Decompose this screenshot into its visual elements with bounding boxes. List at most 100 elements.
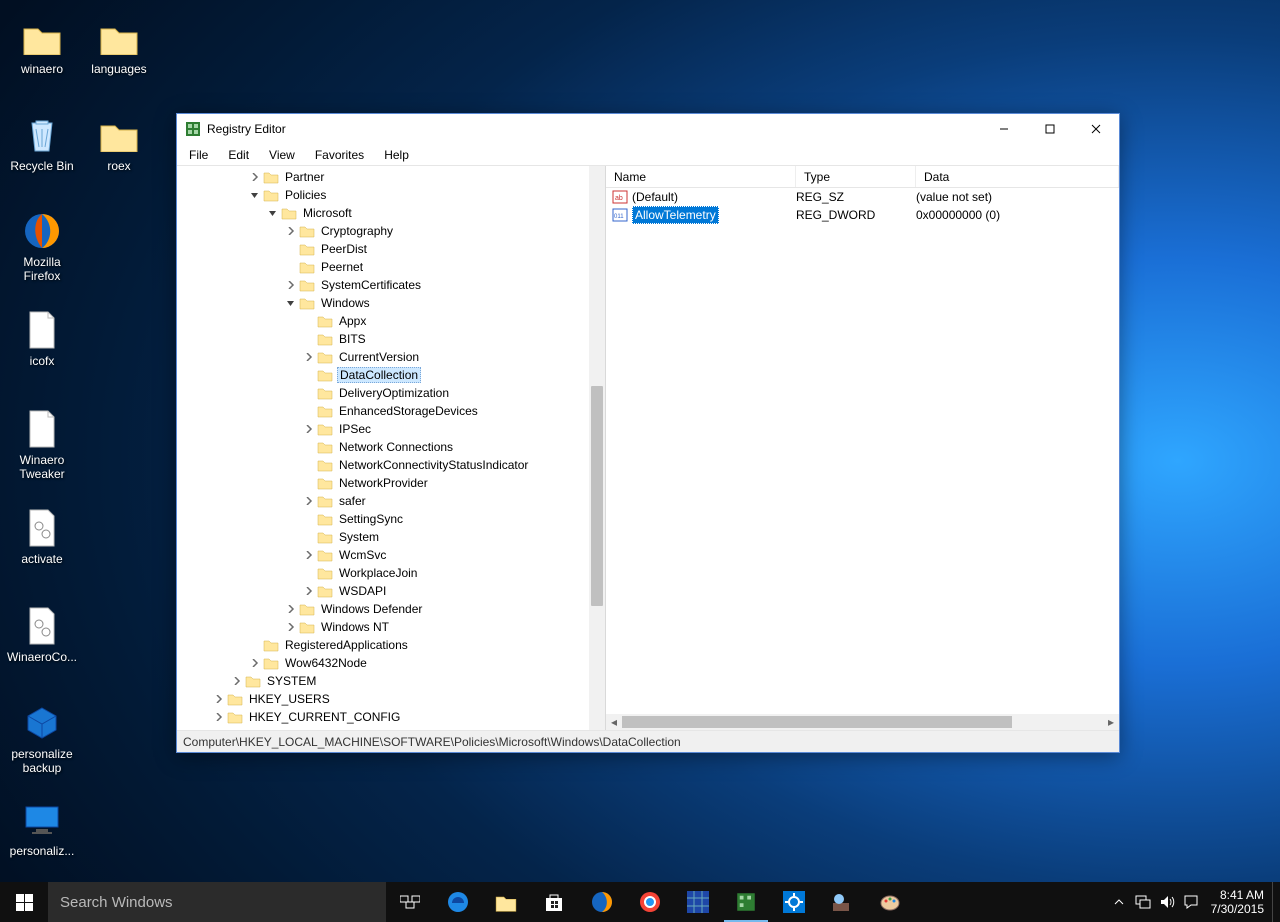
- tray-volume-icon[interactable]: [1155, 882, 1179, 922]
- search-box[interactable]: Search Windows: [48, 882, 386, 922]
- task-view-button[interactable]: [386, 882, 434, 922]
- taskbar-clock[interactable]: 8:41 AM 7/30/2015: [1203, 888, 1272, 916]
- tray-chevron-icon[interactable]: [1107, 882, 1131, 922]
- expand-arrow-icon[interactable]: [249, 171, 261, 183]
- show-desktop-button[interactable]: [1272, 882, 1278, 922]
- expand-arrow-icon[interactable]: [285, 261, 297, 273]
- expand-arrow-icon[interactable]: [303, 549, 315, 561]
- maximize-button[interactable]: [1027, 114, 1073, 144]
- tb-settings[interactable]: [770, 882, 818, 922]
- tree-node-microsoft[interactable]: Microsoft: [177, 204, 589, 222]
- tree-node-network-connections[interactable]: Network Connections: [177, 438, 589, 456]
- expand-arrow-icon[interactable]: [303, 477, 315, 489]
- menu-favorites[interactable]: Favorites: [305, 146, 374, 164]
- tree-node-appx[interactable]: Appx: [177, 312, 589, 330]
- col-type[interactable]: Type: [796, 166, 916, 187]
- start-button[interactable]: [0, 882, 48, 922]
- expand-arrow-icon[interactable]: [213, 693, 225, 705]
- tree-node-currentversion[interactable]: CurrentVersion: [177, 348, 589, 366]
- expand-arrow-icon[interactable]: [303, 513, 315, 525]
- tb-file-explorer[interactable]: [482, 882, 530, 922]
- titlebar[interactable]: Registry Editor: [177, 114, 1119, 144]
- expand-arrow-icon[interactable]: [303, 459, 315, 471]
- tree-node-deliveryoptimization[interactable]: DeliveryOptimization: [177, 384, 589, 402]
- expand-arrow-icon[interactable]: [285, 603, 297, 615]
- tree-node-windows[interactable]: Windows: [177, 294, 589, 312]
- tree-node-wsdapi[interactable]: WSDAPI: [177, 582, 589, 600]
- desktop-icon-recycle-bin[interactable]: Recycle Bin: [4, 115, 80, 173]
- col-name[interactable]: Name: [606, 166, 796, 187]
- desktop-icon-winaeroco-[interactable]: WinaeroCo...: [4, 606, 80, 664]
- value-row[interactable]: 011AllowTelemetryREG_DWORD0x00000000 (0): [606, 206, 1119, 224]
- expand-arrow-icon[interactable]: [303, 387, 315, 399]
- tree-node-settingsync[interactable]: SettingSync: [177, 510, 589, 528]
- action-center-icon[interactable]: [1179, 882, 1203, 922]
- tray-network-icon[interactable]: [1131, 882, 1155, 922]
- expand-arrow-icon[interactable]: [303, 369, 315, 381]
- menu-help[interactable]: Help: [374, 146, 419, 164]
- expand-arrow-icon[interactable]: [303, 495, 315, 507]
- minimize-button[interactable]: [981, 114, 1027, 144]
- tree-node-ipsec[interactable]: IPSec: [177, 420, 589, 438]
- tree-node-partner[interactable]: Partner: [177, 168, 589, 186]
- menu-file[interactable]: File: [179, 146, 218, 164]
- registry-tree[interactable]: PartnerPoliciesMicrosoftCryptographyPeer…: [177, 166, 589, 730]
- desktop-icon-personalize-backup[interactable]: personalize backup: [4, 703, 80, 775]
- tb-paint[interactable]: [866, 882, 914, 922]
- desktop-icon-languages[interactable]: languages: [81, 18, 157, 76]
- tree-node-hkey-users[interactable]: HKEY_USERS: [177, 690, 589, 708]
- expand-arrow-icon[interactable]: [303, 441, 315, 453]
- tree-node-wcmsvc[interactable]: WcmSvc: [177, 546, 589, 564]
- tree-node-networkprovider[interactable]: NetworkProvider: [177, 474, 589, 492]
- expand-arrow-icon[interactable]: [285, 243, 297, 255]
- desktop-icon-icofx[interactable]: icofx: [4, 310, 80, 368]
- tb-regedit[interactable]: [722, 882, 770, 922]
- tree-node-registeredapplications[interactable]: RegisteredApplications: [177, 636, 589, 654]
- tree-node-systemcertificates[interactable]: SystemCertificates: [177, 276, 589, 294]
- list-hscroll[interactable]: ◂ ▸: [606, 714, 1119, 730]
- tree-node-policies[interactable]: Policies: [177, 186, 589, 204]
- expand-arrow-icon[interactable]: [303, 405, 315, 417]
- tree-node-peernet[interactable]: Peernet: [177, 258, 589, 276]
- expand-arrow-icon[interactable]: [303, 315, 315, 327]
- tree-node-windows-defender[interactable]: Windows Defender: [177, 600, 589, 618]
- expand-arrow-icon[interactable]: [249, 639, 261, 651]
- tree-node-workplacejoin[interactable]: WorkplaceJoin: [177, 564, 589, 582]
- tree-node-system[interactable]: SYSTEM: [177, 672, 589, 690]
- desktop-icon-activate[interactable]: activate: [4, 508, 80, 566]
- desktop-icon-mozilla-firefox[interactable]: Mozilla Firefox: [4, 211, 80, 283]
- expand-arrow-icon[interactable]: [303, 333, 315, 345]
- close-button[interactable]: [1073, 114, 1119, 144]
- expand-arrow-icon[interactable]: [303, 585, 315, 597]
- tree-node-system[interactable]: System: [177, 528, 589, 546]
- expand-arrow-icon[interactable]: [285, 297, 297, 309]
- tree-node-datacollection[interactable]: DataCollection: [177, 366, 589, 384]
- tree-node-networkconnectivitystatusindicator[interactable]: NetworkConnectivityStatusIndicator: [177, 456, 589, 474]
- tree-node-windows-nt[interactable]: Windows NT: [177, 618, 589, 636]
- col-data[interactable]: Data: [916, 166, 1119, 187]
- tb-store[interactable]: [530, 882, 578, 922]
- expand-arrow-icon[interactable]: [303, 567, 315, 579]
- tb-tweaker[interactable]: [818, 882, 866, 922]
- value-row[interactable]: ab(Default)REG_SZ(value not set): [606, 188, 1119, 206]
- expand-arrow-icon[interactable]: [249, 657, 261, 669]
- expand-arrow-icon[interactable]: [213, 711, 225, 723]
- expand-arrow-icon[interactable]: [285, 621, 297, 633]
- tree-scrollbar[interactable]: [589, 166, 605, 730]
- tree-node-enhancedstoragedevices[interactable]: EnhancedStorageDevices: [177, 402, 589, 420]
- expand-arrow-icon[interactable]: [303, 423, 315, 435]
- tree-node-hkey-current-config[interactable]: HKEY_CURRENT_CONFIG: [177, 708, 589, 726]
- desktop-icon-personaliz-[interactable]: personaliz...: [4, 800, 80, 858]
- expand-arrow-icon[interactable]: [285, 225, 297, 237]
- expand-arrow-icon[interactable]: [303, 531, 315, 543]
- tree-node-peerdist[interactable]: PeerDist: [177, 240, 589, 258]
- values-list[interactable]: ab(Default)REG_SZ(value not set)011Allow…: [606, 188, 1119, 714]
- tb-chrome[interactable]: [626, 882, 674, 922]
- expand-arrow-icon[interactable]: [231, 675, 243, 687]
- expand-arrow-icon[interactable]: [249, 189, 261, 201]
- desktop-icon-roex[interactable]: roex: [81, 115, 157, 173]
- expand-arrow-icon[interactable]: [267, 207, 279, 219]
- tb-firefox[interactable]: [578, 882, 626, 922]
- expand-arrow-icon[interactable]: [303, 351, 315, 363]
- menu-view[interactable]: View: [259, 146, 305, 164]
